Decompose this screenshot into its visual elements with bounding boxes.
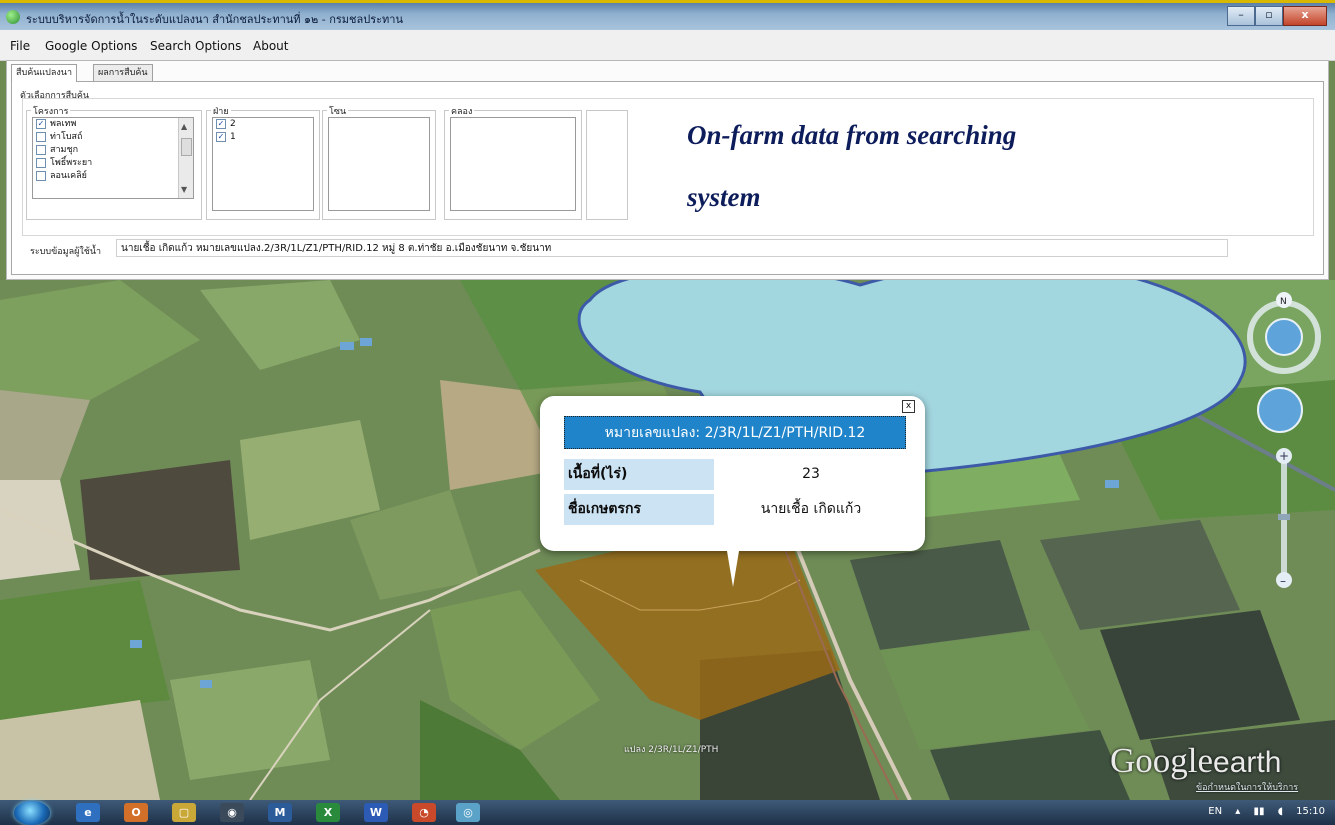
ie-icon[interactable]: e [76, 803, 100, 822]
zone-list[interactable] [328, 117, 430, 211]
list-item[interactable]: ท่าโบสถ์ [33, 131, 193, 144]
system-tray: EN ▴ ▮▮ ◖ 15:10 [1198, 806, 1325, 817]
canal-group: คลอง [444, 104, 582, 220]
compass-label: N [1280, 297, 1287, 307]
google-earth-logo: Googleearth [1110, 741, 1282, 780]
window-controls: – ▫ x [1227, 6, 1327, 26]
canal-list[interactable] [450, 117, 576, 211]
checkbox[interactable] [36, 170, 46, 181]
office-icon[interactable]: O [124, 803, 148, 822]
division-label: ฝ่าย [211, 104, 231, 118]
list-item[interactable]: ✓ 1 [213, 131, 313, 144]
zoom-in-label: + [1279, 449, 1289, 463]
area-value: 23 [802, 466, 820, 482]
menu-google-options[interactable]: Google Options [45, 39, 137, 53]
google-earth-icon[interactable]: ◎ [456, 803, 480, 822]
terms-link[interactable]: ข้อกำหนดในการให้บริการ [1196, 780, 1298, 794]
info-field[interactable]: นายเชื้อ เกิดแก้ว หมายเลขแปลง.2/3R/1L/Z1… [116, 239, 1228, 257]
window-title: ระบบบริหารจัดการน้ำในระดับแปลงนา สำนักชล… [26, 13, 403, 26]
minimize-button[interactable]: – [1227, 6, 1255, 26]
extra-group [586, 110, 628, 220]
look-control-icon[interactable] [1265, 318, 1303, 356]
info-window-pointer [727, 551, 739, 587]
area-label: เนื้อที่(ไร่) [564, 459, 714, 490]
scroll-thumb[interactable] [181, 138, 192, 156]
canal-label: คลอง [449, 104, 475, 118]
list-item[interactable]: ลอนเคลิย์ [33, 170, 193, 183]
close-icon[interactable]: x [902, 400, 915, 413]
list-item[interactable]: สามชุก [33, 144, 193, 157]
window-titlebar: ระบบบริหารจัดการน้ำในระดับแปลงนา สำนักชล… [0, 0, 1335, 30]
project-list[interactable]: ✓ พลเทพ ท่าโบสถ์ สามชุก โพธิ์พระยา ลอนเคล… [32, 117, 194, 199]
media-icon[interactable]: ◉ [220, 803, 244, 822]
search-panel: สืบค้นแปลงนา ผลการสืบค้น ตัวเลือกการสืบค… [6, 60, 1329, 280]
word-icon[interactable]: W [364, 803, 388, 822]
division-list[interactable]: ✓ 2 ✓ 1 [212, 117, 314, 211]
checkbox[interactable] [36, 131, 46, 142]
move-control-icon[interactable] [1257, 387, 1303, 433]
checkbox[interactable]: ✓ [36, 118, 46, 129]
tab-search-results[interactable]: ผลการสืบค้น [93, 64, 153, 81]
scroll-up-icon[interactable]: ▲ [181, 122, 187, 131]
division-group: ฝ่าย ✓ 2 ✓ 1 [206, 104, 320, 220]
scroll-down-icon[interactable]: ▼ [181, 185, 187, 194]
folder-icon[interactable]: ▢ [172, 803, 196, 822]
tab-content: ตัวเลือกการสืบค้น โครงการ ✓ พลเทพ ท่าโบสถ… [11, 81, 1324, 275]
network-icon[interactable]: ▮▮ [1254, 806, 1265, 817]
parcel-map-label: แปลง 2/3R/1L/Z1/PTH [624, 745, 719, 755]
taskbar: e O ▢ ◉ M X W ◔ ◎ EN ▴ ▮▮ ◖ 15:10 [0, 800, 1335, 825]
menu-file[interactable]: File [10, 39, 30, 53]
list-item[interactable]: ✓ 2 [213, 118, 313, 131]
info-label: ระบบข้อมูลผู้ใช้น้ำ [30, 247, 102, 257]
close-button[interactable]: x [1283, 6, 1327, 26]
clock[interactable]: 15:10 [1296, 806, 1325, 817]
checkbox[interactable]: ✓ [216, 118, 226, 129]
mail-icon[interactable]: M [268, 803, 292, 822]
zone-group: โซน [322, 104, 436, 220]
start-button[interactable] [14, 801, 50, 825]
app-icon [6, 10, 20, 24]
language-indicator[interactable]: EN [1208, 806, 1222, 817]
checkbox[interactable] [36, 144, 46, 155]
callout-text-line1: On-farm data from searching [687, 120, 1017, 150]
project-label: โครงการ [31, 104, 71, 118]
menu-bar: File Google Options Search Options About [0, 30, 1335, 61]
zoom-thumb[interactable] [1278, 514, 1290, 520]
menu-about[interactable]: About [253, 39, 288, 53]
project-scrollbar[interactable]: ▲ ▼ [178, 118, 193, 198]
callout-text-line2: system [687, 182, 761, 212]
parcel-info-window: x หมายเลขแปลง: 2/3R/1L/Z1/PTH/RID.12 เนื… [540, 396, 925, 587]
checkbox[interactable] [36, 157, 46, 168]
parcel-id-header: หมายเลขแปลง: 2/3R/1L/Z1/PTH/RID.12 [564, 416, 906, 449]
farmer-label: ชื่อเกษตรกร [564, 494, 714, 525]
menu-search-options[interactable]: Search Options [150, 39, 241, 53]
zone-label: โซน [327, 104, 349, 118]
tab-search-parcel[interactable]: สืบค้นแปลงนา [11, 64, 78, 82]
maximize-button[interactable]: ▫ [1255, 6, 1283, 26]
checkbox[interactable]: ✓ [216, 131, 226, 142]
list-item[interactable]: โพธิ์พระยา [33, 157, 193, 170]
chrome-icon[interactable]: ◔ [412, 803, 436, 822]
volume-icon[interactable]: ◖ [1278, 806, 1283, 817]
farmer-value: นายเชื้อ เกิดแก้ว [760, 501, 862, 517]
project-group: โครงการ ✓ พลเทพ ท่าโบสถ์ สามชุก โพธิ์พระย… [26, 104, 202, 220]
excel-icon[interactable]: X [316, 803, 340, 822]
list-item[interactable]: ✓ พลเทพ [33, 118, 193, 131]
tray-arrow-icon[interactable]: ▴ [1235, 806, 1240, 817]
zoom-out-label: – [1280, 574, 1286, 588]
